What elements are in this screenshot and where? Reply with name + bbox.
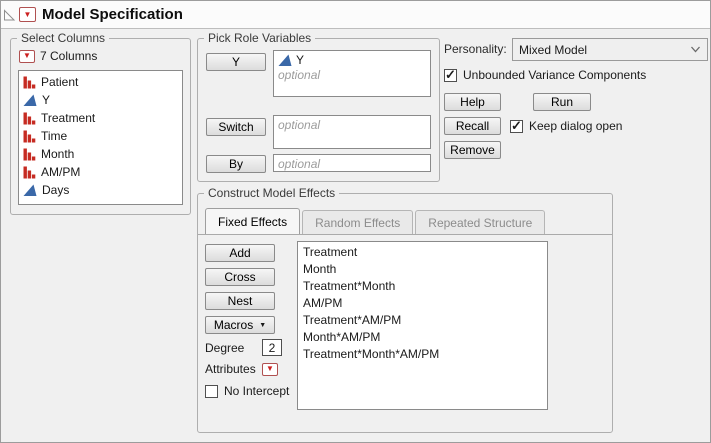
select-columns-group: Select Columns ▼ 7 Columns Patient Y Tre…	[10, 31, 191, 215]
tab-random-effects[interactable]: Random Effects	[302, 210, 414, 234]
nominal-icon	[23, 166, 36, 179]
tab-fixed-effects[interactable]: Fixed Effects	[205, 208, 301, 234]
red-triangle-icon: ▼	[23, 51, 31, 60]
cross-effect-button[interactable]: Cross	[205, 268, 275, 286]
effects-tabstrip: Fixed Effects Random Effects Repeated St…	[198, 208, 612, 235]
red-triangle-icon: ▼	[266, 364, 274, 373]
attributes-row: Attributes ▼	[205, 362, 278, 376]
keep-dialog-open-label: Keep dialog open	[529, 119, 623, 133]
unbounded-variance-label: Unbounded Variance Components	[463, 68, 647, 82]
no-intercept-label: No Intercept	[224, 384, 290, 398]
disclosure-triangle-icon[interactable]	[3, 8, 16, 22]
macros-menu-button[interactable]: Macros ▼	[205, 316, 275, 334]
model-effects-list: Treatment Month Treatment*Month AM/PM Tr…	[297, 241, 548, 410]
triangle-down-icon: ▼	[259, 321, 267, 329]
degree-input[interactable]: 2	[262, 339, 282, 356]
remove-button[interactable]: Remove	[444, 141, 501, 159]
y-assigned-variable[interactable]: Y	[278, 52, 426, 67]
columns-list: Patient Y Treatment Time Month AM/PM Day…	[18, 70, 183, 205]
select-columns-legend: Select Columns	[17, 31, 110, 46]
switch-role-box[interactable]: optional	[273, 115, 431, 149]
columns-count-label: 7 Columns	[40, 49, 98, 63]
degree-row: Degree 2	[205, 339, 282, 356]
tab-repeated-structure[interactable]: Repeated Structure	[415, 210, 546, 234]
recall-button[interactable]: Recall	[444, 117, 501, 135]
effect-item[interactable]: Treatment*Month	[303, 278, 542, 295]
nest-effect-button[interactable]: Nest	[205, 292, 275, 310]
nominal-icon	[23, 130, 36, 143]
degree-label: Degree	[205, 340, 245, 355]
by-role-box[interactable]: optional	[273, 154, 431, 172]
optional-placeholder: optional	[278, 117, 321, 132]
column-item[interactable]: Time	[19, 127, 182, 145]
by-role-button[interactable]: By	[206, 155, 266, 173]
unbounded-variance-option[interactable]: Unbounded Variance Components	[444, 67, 647, 83]
effect-item[interactable]: Treatment	[303, 244, 542, 261]
outline-title-bar: ▼ Model Specification	[1, 1, 710, 29]
y-role-button[interactable]: Y	[206, 53, 266, 71]
keep-dialog-open-checkbox[interactable]	[510, 118, 523, 134]
keep-dialog-open-option[interactable]: Keep dialog open	[510, 118, 623, 134]
effect-item[interactable]: Treatment*AM/PM	[303, 312, 542, 329]
continuous-icon	[278, 54, 292, 66]
pick-roles-legend: Pick Role Variables	[204, 31, 316, 46]
continuous-icon	[23, 184, 37, 196]
attributes-red-triangle-button[interactable]: ▼	[262, 362, 278, 376]
column-item[interactable]: AM/PM	[19, 163, 182, 181]
column-item[interactable]: Days	[19, 181, 182, 199]
add-effect-button[interactable]: Add	[205, 244, 275, 262]
column-item[interactable]: Y	[19, 91, 182, 109]
red-triangle-icon: ▼	[23, 9, 32, 19]
chevron-down-icon	[691, 46, 700, 53]
model-specification-dialog: ▼ Model Specification Select Columns ▼ 7…	[0, 0, 711, 443]
personality-label: Personality:	[444, 42, 507, 56]
personality-value: Mixed Model	[519, 42, 588, 57]
page-title: Model Specification	[42, 6, 183, 23]
effect-item[interactable]: Month*AM/PM	[303, 329, 542, 346]
no-intercept-option[interactable]: No Intercept	[205, 384, 289, 398]
optional-placeholder: optional	[278, 156, 321, 171]
unbounded-variance-checkbox[interactable]	[444, 67, 457, 83]
personality-dropdown[interactable]: Mixed Model	[512, 38, 708, 61]
pick-role-variables-group: Pick Role Variables Y Y optional Switch …	[197, 31, 440, 182]
effect-item[interactable]: Treatment*Month*AM/PM	[303, 346, 542, 363]
column-item[interactable]: Month	[19, 145, 182, 163]
continuous-icon	[23, 94, 37, 106]
y-role-box[interactable]: Y optional	[273, 50, 431, 97]
model-effects-legend: Construct Model Effects	[204, 186, 340, 201]
column-item[interactable]: Treatment	[19, 109, 182, 127]
optional-placeholder: optional	[278, 67, 321, 82]
column-item[interactable]: Patient	[19, 73, 182, 91]
help-button[interactable]: Help	[444, 93, 501, 111]
attributes-label: Attributes	[205, 362, 256, 376]
nominal-icon	[23, 148, 36, 161]
columns-header: ▼ 7 Columns	[19, 49, 97, 63]
run-button[interactable]: Run	[533, 93, 591, 111]
effect-item[interactable]: Month	[303, 261, 542, 278]
construct-model-effects-group: Construct Model Effects Fixed Effects Ra…	[197, 186, 613, 433]
columns-red-triangle-button[interactable]: ▼	[19, 49, 35, 63]
switch-role-button[interactable]: Switch	[206, 118, 266, 136]
nominal-icon	[23, 112, 36, 125]
no-intercept-checkbox[interactable]	[205, 384, 218, 398]
red-triangle-menu-button[interactable]: ▼	[19, 7, 36, 22]
effect-item[interactable]: AM/PM	[303, 295, 542, 312]
nominal-icon	[23, 76, 36, 89]
